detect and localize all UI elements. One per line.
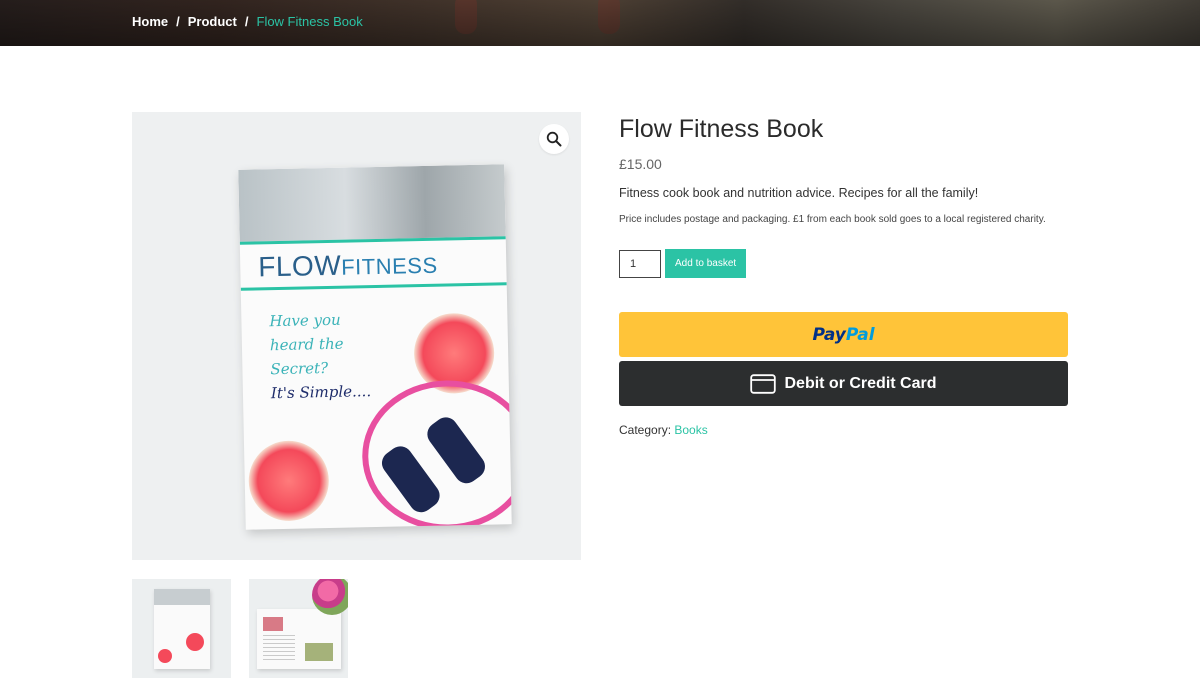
product-note: Price includes postage and packaging. £1… [619, 214, 1046, 225]
thumbnail-book-cover[interactable] [132, 579, 231, 678]
zoom-button[interactable] [539, 124, 569, 154]
category-label: Category: [619, 423, 672, 437]
product-title: Flow Fitness Book [619, 115, 824, 143]
credit-card-icon [750, 373, 777, 394]
category-books-link[interactable]: Books [674, 423, 707, 437]
thumbnail-book-inside[interactable] [249, 579, 348, 678]
cover-script-line: Have you [269, 310, 341, 331]
cover-script-line: Secret? [270, 358, 329, 379]
banner-figure [455, 0, 477, 34]
magnifier-icon [546, 131, 562, 147]
cover-logo-lite: FITNESS [340, 252, 438, 280]
product-short-description: Fitness cook book and nutrition advice. … [619, 186, 979, 200]
breadcrumb: Home / Product / Flow Fitness Book [132, 14, 363, 29]
cover-logo-bold: FLOW [257, 249, 342, 283]
grapefruit-image [247, 440, 330, 522]
cover-divider [240, 282, 507, 291]
cover-logo: FLOWFITNESS [258, 248, 438, 284]
product-summary: Flow Fitness Book £15.00 Fitness cook bo… [619, 112, 1068, 437]
product-main-image[interactable]: FLOWFITNESS Have you heard the Secret? I… [132, 112, 581, 560]
thumbnail-cover-image [154, 589, 210, 669]
thumbnail-flowers [312, 579, 348, 615]
product-category: Category: Books [619, 423, 1068, 437]
cover-script-line: heard the [269, 334, 344, 355]
breadcrumb-current: Flow Fitness Book [256, 14, 363, 29]
thumbnail-inside-image [257, 609, 341, 669]
breadcrumb-separator: / [176, 14, 180, 29]
card-button-label: Debit or Credit Card [784, 374, 937, 392]
page-header-banner: Home / Product / Flow Fitness Book [0, 0, 1200, 46]
cover-photo-strip [238, 164, 506, 242]
breadcrumb-home-link[interactable]: Home [132, 14, 168, 29]
paypal-logo-pay: Pay [812, 324, 846, 345]
add-to-cart-form: Add to basket [619, 249, 1068, 278]
product-price: £15.00 [619, 156, 662, 172]
book-cover-image: FLOWFITNESS Have you heard the Secret? I… [238, 164, 512, 530]
debit-credit-card-button[interactable]: Debit or Credit Card [619, 361, 1068, 406]
breadcrumb-product-link[interactable]: Product [188, 14, 237, 29]
breadcrumb-separator: / [244, 14, 249, 29]
banner-figure [598, 0, 620, 34]
quantity-input[interactable] [619, 249, 661, 278]
paypal-button[interactable]: Pay Pal [619, 312, 1068, 357]
paypal-logo-pal: Pal [845, 324, 875, 345]
add-to-basket-button[interactable]: Add to basket [665, 249, 747, 278]
cover-script-text: Have you heard the Secret? It's Simple..… [269, 306, 421, 405]
